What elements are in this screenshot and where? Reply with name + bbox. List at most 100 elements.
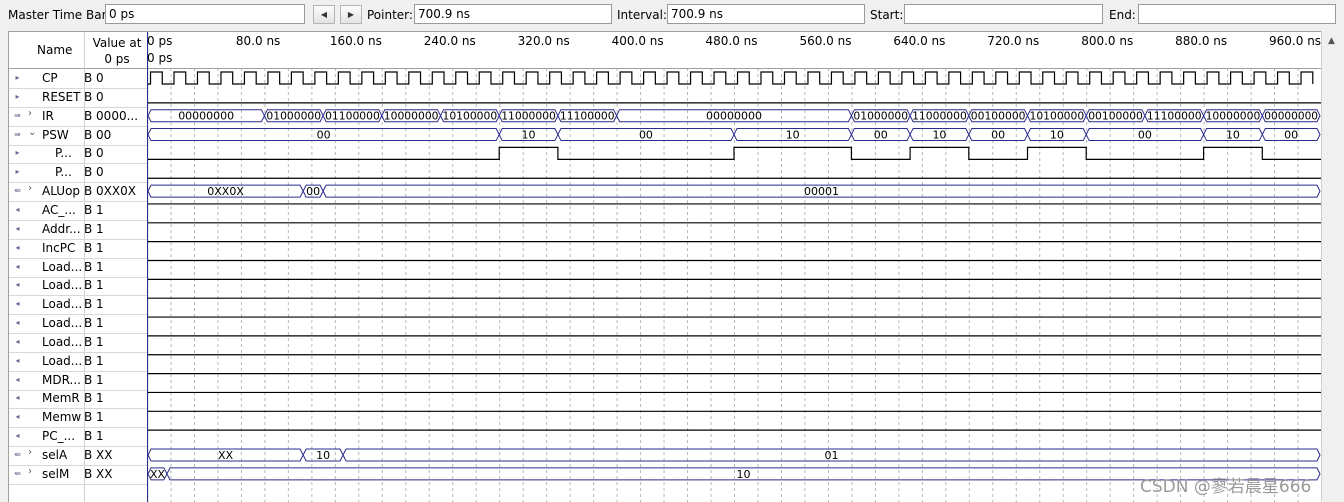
bus-segment-label: 10100000: [1030, 110, 1085, 123]
signal-row[interactable]: ⇛ ⌄ PSW B 00: [9, 126, 147, 146]
input-bus-icon: ⇛: [14, 110, 21, 120]
clock-wave: [147, 71, 1314, 85]
input-pin-icon: ▸: [15, 167, 20, 177]
signal-row[interactable]: ◂ PC_... B 1: [9, 427, 147, 448]
scroll-up-arrow-icon[interactable]: ▲: [1328, 36, 1335, 46]
signal-value: B 1: [84, 391, 104, 406]
input-bus-icon: ⇛: [14, 129, 21, 139]
time-toolbar: Master Time Bar: 0 ps ◀ ▶ Pointer: 700.9…: [0, 0, 1344, 30]
time-tick-label: 240.0 ns: [424, 34, 476, 48]
next-transition-button[interactable]: ▶: [340, 5, 362, 24]
signal-row[interactable]: ◂ Load... B 1: [9, 352, 147, 372]
time-tick-label: 400.0 ns: [612, 34, 664, 48]
vertical-scrollbar[interactable]: ▲: [1321, 31, 1344, 501]
signal-value: B 0000...: [84, 108, 139, 123]
signal-row[interactable]: ◂ Load... B 1: [9, 295, 147, 316]
signal-row[interactable]: ◂ Load... B 1: [9, 276, 147, 297]
signal-value: B 0: [84, 165, 104, 180]
chevron-right-icon[interactable]: ›: [28, 108, 32, 119]
signal-value: B 1: [84, 297, 104, 312]
chevron-down-icon[interactable]: ⌄: [28, 127, 36, 138]
signal-row[interactable]: ◂ Load... B 1: [9, 314, 147, 335]
signal-row[interactable]: ▸ CP B 0: [9, 69, 147, 89]
bus-segment-label: 00000000: [178, 110, 234, 123]
signal-name: Load...: [42, 278, 83, 293]
signal-row[interactable]: ⇚ › selA B XX: [9, 446, 147, 466]
signal-name: AC_...: [42, 202, 76, 217]
bus-segment-label: 10: [1226, 129, 1240, 142]
output-pin-icon: ◂: [15, 280, 20, 290]
output-pin-icon: ◂: [15, 412, 20, 422]
bus-segment-label: 10100000: [443, 110, 498, 123]
time-tick-label: 320.0 ns: [518, 34, 570, 48]
bit-wave: [147, 146, 1321, 160]
signal-row[interactable]: ◂ Memw B 1: [9, 408, 147, 429]
signal-row[interactable]: ⇚ › selM B XX: [9, 465, 147, 485]
signal-row[interactable]: ⇚ › ALUop B 0XX0X: [9, 182, 147, 203]
signal-row[interactable]: ▸ P... B 0: [9, 144, 147, 165]
name-column-header[interactable]: Name: [37, 43, 72, 57]
bus-segment-label: 00000000: [1264, 110, 1318, 123]
signal-row[interactable]: ◂ MDR... B 1: [9, 371, 147, 391]
start-label: Start:: [870, 8, 904, 22]
signal-value: B 1: [84, 221, 104, 236]
signal-row[interactable]: ◂ Addr... B 1: [9, 220, 147, 240]
signal-name: P...: [55, 165, 72, 180]
signal-value: B XX: [84, 448, 113, 462]
bus-segment-label: 10: [786, 129, 800, 142]
input-pin-icon: ▸: [15, 148, 20, 158]
end-label: End:: [1109, 8, 1136, 22]
interval-field[interactable]: 700.9 ns: [667, 4, 865, 24]
signal-value: B 1: [84, 334, 104, 349]
chevron-right-icon[interactable]: ›: [28, 447, 32, 458]
time-tick-label: 640.0 ns: [893, 34, 945, 48]
signal-row[interactable]: ⇛ › IR B 0000...: [9, 107, 147, 127]
bus-segment-label: XX: [150, 468, 165, 481]
master-time-bar-label: Master Time Bar:: [8, 8, 111, 22]
signal-name: RESET: [42, 89, 81, 104]
signal-name: Load...: [42, 297, 83, 312]
signal-list-panel: Name Value at 0 ps ▸ CP B 0 ▸ RESET B 0 ⇛ › IR B …: [8, 31, 147, 502]
signal-row[interactable]: ◂ AC_... B 1: [9, 201, 147, 221]
signal-value: B 1: [84, 259, 104, 274]
input-pin-icon: ▸: [15, 91, 20, 101]
time-tick-label: 0 ps: [147, 34, 172, 48]
signal-list-header: Name Value at 0 ps: [9, 32, 147, 69]
waveform-canvas[interactable]: 0 ps 80.0 ns 160.0 ns 240.0 ns 320.0 ns 400.0…: [147, 32, 1321, 502]
watermark: CSDN @寥若晨星666: [1140, 477, 1312, 497]
output-pin-icon: ◂: [15, 261, 20, 271]
end-field[interactable]: [1138, 4, 1336, 24]
bus-segment-label: 00100000: [1088, 110, 1143, 123]
signal-row[interactable]: ▸ RESET B 0: [9, 88, 147, 108]
waveform-panel[interactable]: 0 ps 80.0 ns 160.0 ns 240.0 ns 320.0 ns 400.0…: [147, 31, 1321, 502]
bus-segment-label: 0XX0X: [207, 185, 244, 198]
chevron-right-icon[interactable]: ›: [28, 466, 32, 477]
output-bus-icon: ⇚: [14, 468, 21, 478]
start-field[interactable]: [904, 4, 1103, 24]
output-pin-icon: ◂: [15, 374, 20, 384]
output-pin-icon: ◂: [15, 431, 20, 441]
chevron-right-icon[interactable]: ›: [28, 183, 32, 194]
signal-name: Load...: [42, 259, 83, 274]
signal-row[interactable]: ◂ Load... B 1: [9, 258, 147, 278]
signal-row[interactable]: ◂ MemR B 1: [9, 389, 147, 410]
signal-value: B 1: [84, 372, 104, 387]
time-tick-label: 480.0 ns: [706, 34, 758, 48]
signal-value: B 0: [84, 89, 104, 104]
signal-row[interactable]: ◂ Load... B 1: [9, 333, 147, 353]
bus-segment-label: 10: [736, 468, 750, 481]
bus-segment-label: 11000000: [501, 110, 556, 123]
pointer-field[interactable]: 700.9 ns: [414, 4, 612, 24]
bus-segment-label: 00: [874, 129, 888, 142]
bus-segment-label: 00: [306, 185, 320, 198]
previous-transition-button[interactable]: ◀: [313, 5, 335, 24]
signal-row[interactable]: ◂ IncPC B 1: [9, 239, 147, 259]
output-bus-icon: ⇚: [14, 186, 21, 196]
signal-name: PSW: [42, 127, 69, 142]
bus-segment-label: 10: [316, 449, 330, 462]
value-at-label: Value at: [92, 36, 142, 50]
bus-segment-label: 01000000: [853, 110, 908, 123]
master-time-bar-field[interactable]: 0 ps: [105, 4, 305, 24]
signal-row[interactable]: ▸ P... B 0: [9, 163, 147, 184]
value-at-column-header[interactable]: Value at 0 ps: [89, 35, 145, 67]
